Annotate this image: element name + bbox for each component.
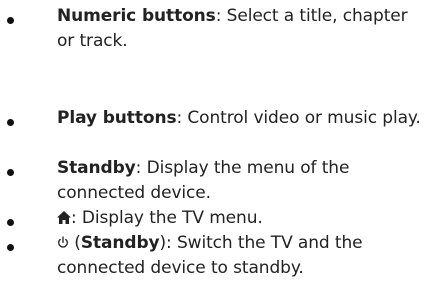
power-icon xyxy=(57,232,69,248)
list-item-text: Play buttons: Control video or music pla… xyxy=(57,106,429,131)
bullet-dot xyxy=(7,169,14,176)
bullet-dot xyxy=(7,219,14,226)
list-item-text: Standby: Display the menu of the connect… xyxy=(57,156,429,206)
item-term: Play buttons xyxy=(57,108,177,128)
bullet-dot xyxy=(7,244,14,251)
bullet-dot xyxy=(7,119,14,126)
item-description: : Control video or music play. xyxy=(176,108,421,128)
item-term: Standby xyxy=(57,158,136,178)
item-prefix: ( xyxy=(69,233,81,253)
bullet-dot xyxy=(7,17,14,24)
item-term: Numeric buttons xyxy=(57,6,216,26)
list-item-text: (Standby): Switch the TV and the connect… xyxy=(57,231,429,281)
item-term: Standby xyxy=(80,233,160,253)
home-icon xyxy=(57,207,71,224)
list-item-text: : Display the TV menu. xyxy=(57,206,429,231)
list-item-text: Numeric buttons: Select a title, chapter… xyxy=(57,4,429,54)
item-description: : Display the TV menu. xyxy=(71,208,263,228)
